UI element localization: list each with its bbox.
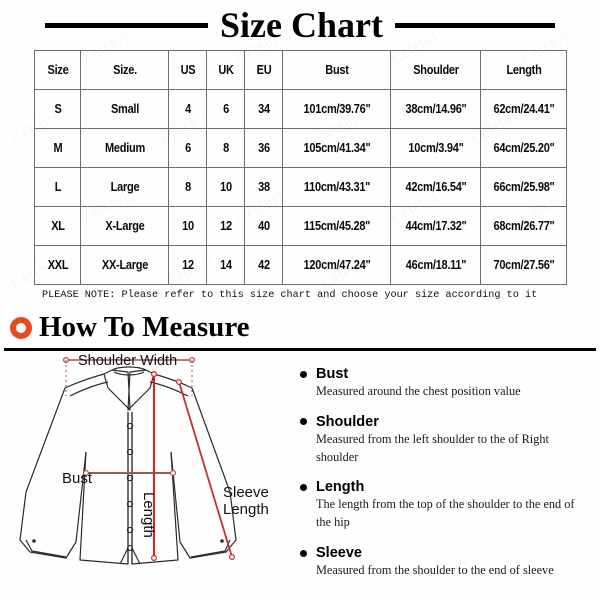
- size-chart-page: Célébri Célébri Célébri Célébri Célébri …: [0, 0, 600, 600]
- bullet-icon: [300, 483, 307, 491]
- table-row: XL X-Large 10 12 40 115cm/45.28" 44cm/17…: [35, 206, 567, 246]
- garment-diagram: [19, 356, 237, 565]
- cell-size-name: X-Large: [85, 206, 164, 246]
- cell-us: 4: [170, 89, 205, 129]
- measurement-description: Measured from the shoulder to the end of…: [316, 563, 554, 578]
- column-header-shoulder: Shoulder: [395, 50, 476, 90]
- column-header-size: Size: [36, 50, 79, 90]
- cell-eu: 38: [246, 167, 281, 207]
- cell-bust: 105cm/41.34": [288, 128, 385, 168]
- shoulder-width-label: Shoulder Width: [78, 353, 178, 369]
- measurement-name: Sleeve: [316, 545, 362, 562]
- cell-length: 68cm/26.77": [485, 206, 562, 246]
- measurement-heading: Shoulder: [300, 414, 592, 430]
- measurement-heading: Length: [300, 479, 592, 495]
- cell-bust: 120cm/47.24": [288, 245, 385, 285]
- cell-us: 8: [170, 167, 205, 207]
- cell-size: XXL: [36, 245, 79, 285]
- bust-measure-line: [82, 469, 177, 476]
- cell-us: 12: [170, 245, 205, 285]
- chart-title-row: Size Chart: [0, 4, 600, 46]
- cell-size: M: [36, 128, 79, 168]
- cell-uk: 10: [208, 167, 243, 207]
- table-row: L Large 8 10 38 110cm/43.31" 42cm/16.54"…: [35, 167, 567, 207]
- cell-uk: 6: [208, 89, 243, 129]
- bullet-icon: [300, 549, 307, 557]
- cell-size-name: Medium: [85, 128, 164, 168]
- measurement-description: Measured from the left shoulder to the o…: [316, 431, 549, 464]
- cell-uk: 8: [208, 128, 243, 168]
- length-label: Length: [140, 492, 157, 538]
- column-header-uk: UK: [208, 50, 243, 90]
- cell-us: 6: [170, 128, 205, 168]
- measurement-name: Bust: [316, 366, 349, 382]
- title-rule-right: [394, 22, 555, 28]
- cell-eu: 36: [246, 128, 281, 168]
- measurement-item-shoulder: Shoulder Measured from the left shoulder…: [300, 414, 592, 467]
- cell-bust: 110cm/43.31": [288, 167, 385, 207]
- measurement-description: Measured around the chest position value: [316, 384, 521, 398]
- measurement-item-bust: Bust Measured around the chest position …: [300, 366, 592, 401]
- size-table: Size Size. US UK EU Bust Shoulder Length…: [34, 50, 567, 285]
- page-title: Size Chart: [220, 5, 383, 45]
- cell-size-name: Large: [85, 167, 164, 207]
- cell-bust: 115cm/45.28": [288, 206, 385, 246]
- table-header-row: Size Size. US UK EU Bust Shoulder Length: [35, 50, 567, 90]
- measurement-heading: Bust: [300, 366, 592, 382]
- column-header-length: Length: [485, 50, 562, 90]
- cell-us: 10: [170, 206, 205, 246]
- cell-uk: 12: [208, 206, 243, 246]
- cell-length: 70cm/27.56": [485, 245, 562, 285]
- how-to-measure-underline: [4, 348, 596, 351]
- cell-shoulder: 46cm/18.11": [395, 245, 476, 285]
- measurement-description: The length from the top of the shoulder …: [316, 497, 575, 530]
- cell-uk: 14: [208, 245, 243, 285]
- measurement-item-sleeve: Sleeve Measured from the shoulder to the…: [300, 545, 592, 580]
- cell-shoulder: 38cm/14.96": [395, 89, 476, 129]
- cell-size-name: XX-Large: [85, 245, 164, 285]
- table-row: XXL XX-Large 12 14 42 120cm/47.24" 46cm/…: [35, 245, 567, 285]
- ring-icon: [10, 316, 32, 339]
- cell-bust: 101cm/39.76": [288, 89, 385, 129]
- cell-length: 66cm/25.98": [485, 167, 562, 207]
- measurement-heading: Sleeve: [300, 545, 592, 561]
- column-header-us: US: [170, 50, 205, 90]
- cell-size: XL: [36, 206, 79, 246]
- measurement-list: Bust Measured around the chest position …: [300, 366, 592, 593]
- measurement-item-length: Length The length from the top of the sh…: [300, 479, 592, 532]
- cell-length: 64cm/25.20": [485, 128, 562, 168]
- how-to-measure-title: How To Measure: [39, 311, 250, 343]
- title-rule-left: [45, 22, 209, 28]
- sleeve-label-line2: Length: [223, 501, 269, 519]
- sleeve-length-label: Sleeve Length: [223, 484, 269, 519]
- cell-shoulder: 10cm/3.94": [395, 128, 476, 168]
- cell-size: L: [36, 167, 79, 207]
- bullet-icon: [300, 370, 307, 378]
- cell-eu: 42: [246, 245, 281, 285]
- cell-size-name: Small: [85, 89, 164, 129]
- cell-eu: 40: [246, 206, 281, 246]
- cell-shoulder: 42cm/16.54": [395, 167, 476, 207]
- how-to-measure-heading: How To Measure: [10, 313, 250, 342]
- table-row: M Medium 6 8 36 105cm/41.34" 10cm/3.94" …: [35, 128, 567, 168]
- column-header-size-name: Size.: [85, 50, 164, 90]
- cell-size: S: [36, 89, 79, 129]
- bust-label: Bust: [62, 470, 93, 487]
- measurement-name: Length: [316, 479, 365, 496]
- cell-length: 62cm/24.41": [485, 89, 562, 129]
- column-header-eu: EU: [246, 50, 281, 90]
- cell-eu: 34: [246, 89, 281, 129]
- size-table-container: Size Size. US UK EU Bust Shoulder Length…: [34, 50, 566, 285]
- sleeve-length-measure-line: [176, 379, 236, 561]
- cell-shoulder: 44cm/17.32": [395, 206, 476, 246]
- bullet-icon: [300, 418, 307, 426]
- please-note-text: PLEASE NOTE: Please refer to this size c…: [42, 290, 538, 301]
- column-header-bust: Bust: [288, 50, 385, 90]
- sleeve-label-line1: Sleeve: [223, 484, 269, 501]
- measurement-name: Shoulder: [316, 413, 379, 430]
- table-row: S Small 4 6 34 101cm/39.76" 38cm/14.96" …: [35, 89, 567, 129]
